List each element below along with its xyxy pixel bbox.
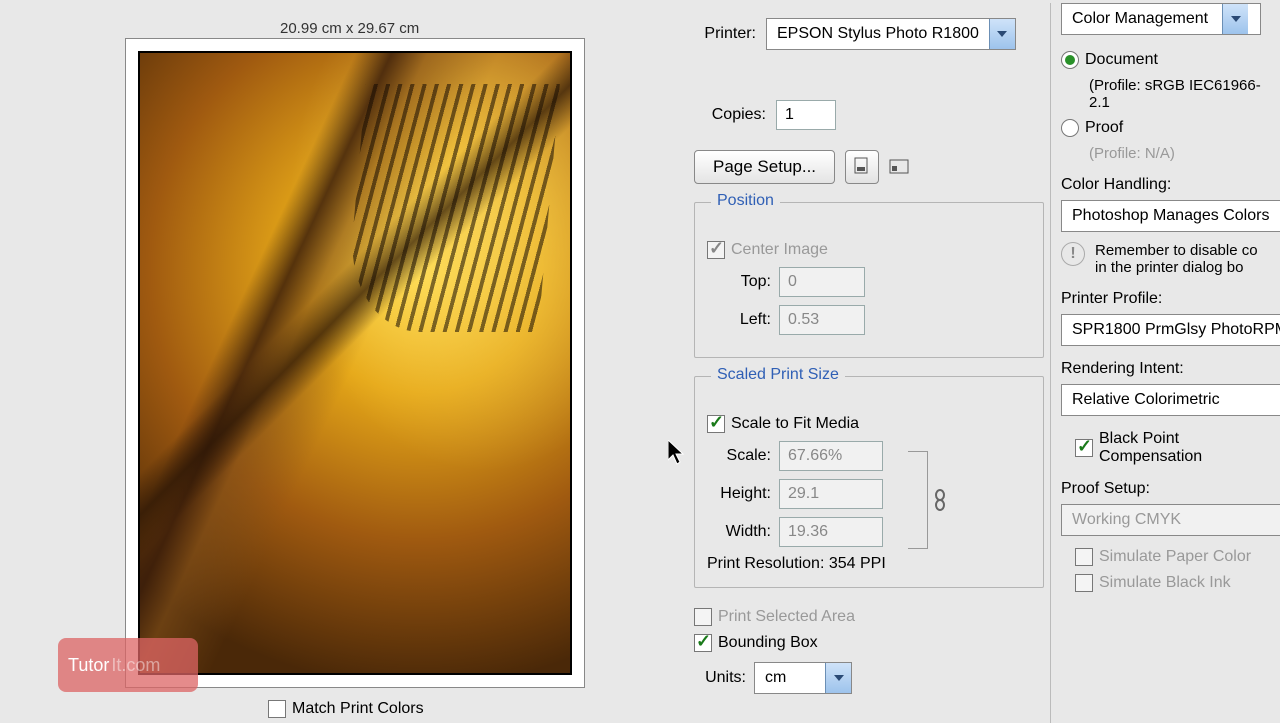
link-bracket-icon — [908, 451, 928, 549]
center-image-label: Center Image — [731, 241, 828, 259]
color-handling-warning: ! Remember to disable co in the printer … — [1061, 242, 1280, 276]
scale-label: Scale: — [707, 447, 771, 465]
position-top-input — [779, 267, 865, 297]
scale-to-fit-checkbox[interactable] — [707, 415, 725, 433]
simulate-black-ink-label: Simulate Black Ink — [1099, 574, 1231, 592]
page-orientation-landscape-button[interactable] — [883, 150, 917, 184]
scale-input — [779, 441, 883, 471]
match-print-colors-label: Match Print Colors — [292, 700, 424, 718]
printer-profile-select[interactable]: SPR1800 PrmGlsy PhotoRPM.ic — [1061, 314, 1280, 346]
simulate-paper-color-label: Simulate Paper Color — [1099, 548, 1251, 566]
match-print-colors-row[interactable]: Match Print Colors — [268, 700, 424, 718]
print-resolution: Print Resolution: 354 PPI — [707, 555, 1031, 573]
position-group: Position Center Image Top: Left: — [694, 202, 1044, 358]
match-print-colors-checkbox[interactable] — [268, 700, 286, 718]
color-handling-label: Color Handling: — [1061, 176, 1280, 194]
chevron-down-icon — [989, 19, 1015, 49]
rendering-intent-select[interactable]: Relative Colorimetric — [1061, 384, 1280, 416]
position-left-label: Left: — [707, 311, 771, 329]
simulate-paper-color-checkbox — [1075, 548, 1093, 566]
units-select[interactable]: cm — [754, 662, 852, 694]
copies-input[interactable] — [776, 100, 836, 130]
preview-image — [140, 53, 570, 673]
page-setup-button[interactable]: Page Setup... — [694, 150, 835, 184]
black-point-compensation-label: Black Point Compensation — [1099, 430, 1280, 466]
height-input — [779, 479, 883, 509]
mouse-cursor-icon — [668, 440, 688, 466]
position-left-input — [779, 305, 865, 335]
chevron-down-icon — [825, 663, 851, 693]
units-label: Units: — [694, 669, 746, 687]
simulate-black-ink-checkbox — [1075, 574, 1093, 592]
proof-setup-select: Working CMYK — [1061, 504, 1280, 536]
position-top-label: Top: — [707, 273, 771, 291]
width-input — [779, 517, 883, 547]
printer-select[interactable]: EPSON Stylus Photo R1800 — [766, 18, 1016, 50]
page-orientation-portrait-button[interactable] — [845, 150, 879, 184]
link-chain-icon[interactable] — [932, 489, 948, 516]
print-selected-area-label: Print Selected Area — [718, 608, 855, 626]
color-handling-select[interactable]: Photoshop Manages Colors — [1061, 200, 1280, 232]
proof-profile-text: (Profile: N/A) — [1089, 145, 1280, 162]
proof-radio-label: Proof — [1085, 119, 1123, 137]
bounding-box-checkbox[interactable] — [694, 634, 712, 652]
print-selected-area-checkbox — [694, 608, 712, 626]
preview-dimensions: 20.99 cm x 29.67 cm — [280, 20, 419, 37]
rendering-intent-label: Rendering Intent: — [1061, 360, 1280, 378]
document-radio-label: Document — [1085, 51, 1158, 69]
black-point-compensation-checkbox[interactable] — [1075, 439, 1093, 457]
print-preview — [138, 51, 572, 675]
document-profile-text: (Profile: sRGB IEC61966-2.1 — [1089, 77, 1280, 111]
document-radio[interactable] — [1061, 51, 1079, 69]
proof-setup-label: Proof Setup: — [1061, 480, 1280, 498]
printer-label: Printer: — [694, 25, 756, 43]
color-management-panel: Color Management Document (Profile: sRGB… — [1050, 3, 1280, 723]
width-label: Width: — [707, 523, 771, 541]
bounding-box-label: Bounding Box — [718, 634, 818, 652]
chevron-down-icon — [1222, 4, 1248, 34]
height-label: Height: — [707, 485, 771, 503]
copies-label: Copies: — [694, 106, 766, 124]
proof-radio[interactable] — [1061, 119, 1079, 137]
print-preview-frame — [125, 38, 585, 688]
watermark-badge: TutorIt.com — [58, 638, 198, 692]
printer-profile-label: Printer Profile: — [1061, 290, 1280, 308]
warning-icon: ! — [1061, 242, 1085, 266]
scale-to-fit-label: Scale to Fit Media — [731, 415, 859, 433]
scaled-print-size-group: Scaled Print Size Scale to Fit Media Sca… — [694, 376, 1044, 588]
color-management-select[interactable]: Color Management — [1061, 3, 1261, 35]
center-image-checkbox — [707, 241, 725, 259]
